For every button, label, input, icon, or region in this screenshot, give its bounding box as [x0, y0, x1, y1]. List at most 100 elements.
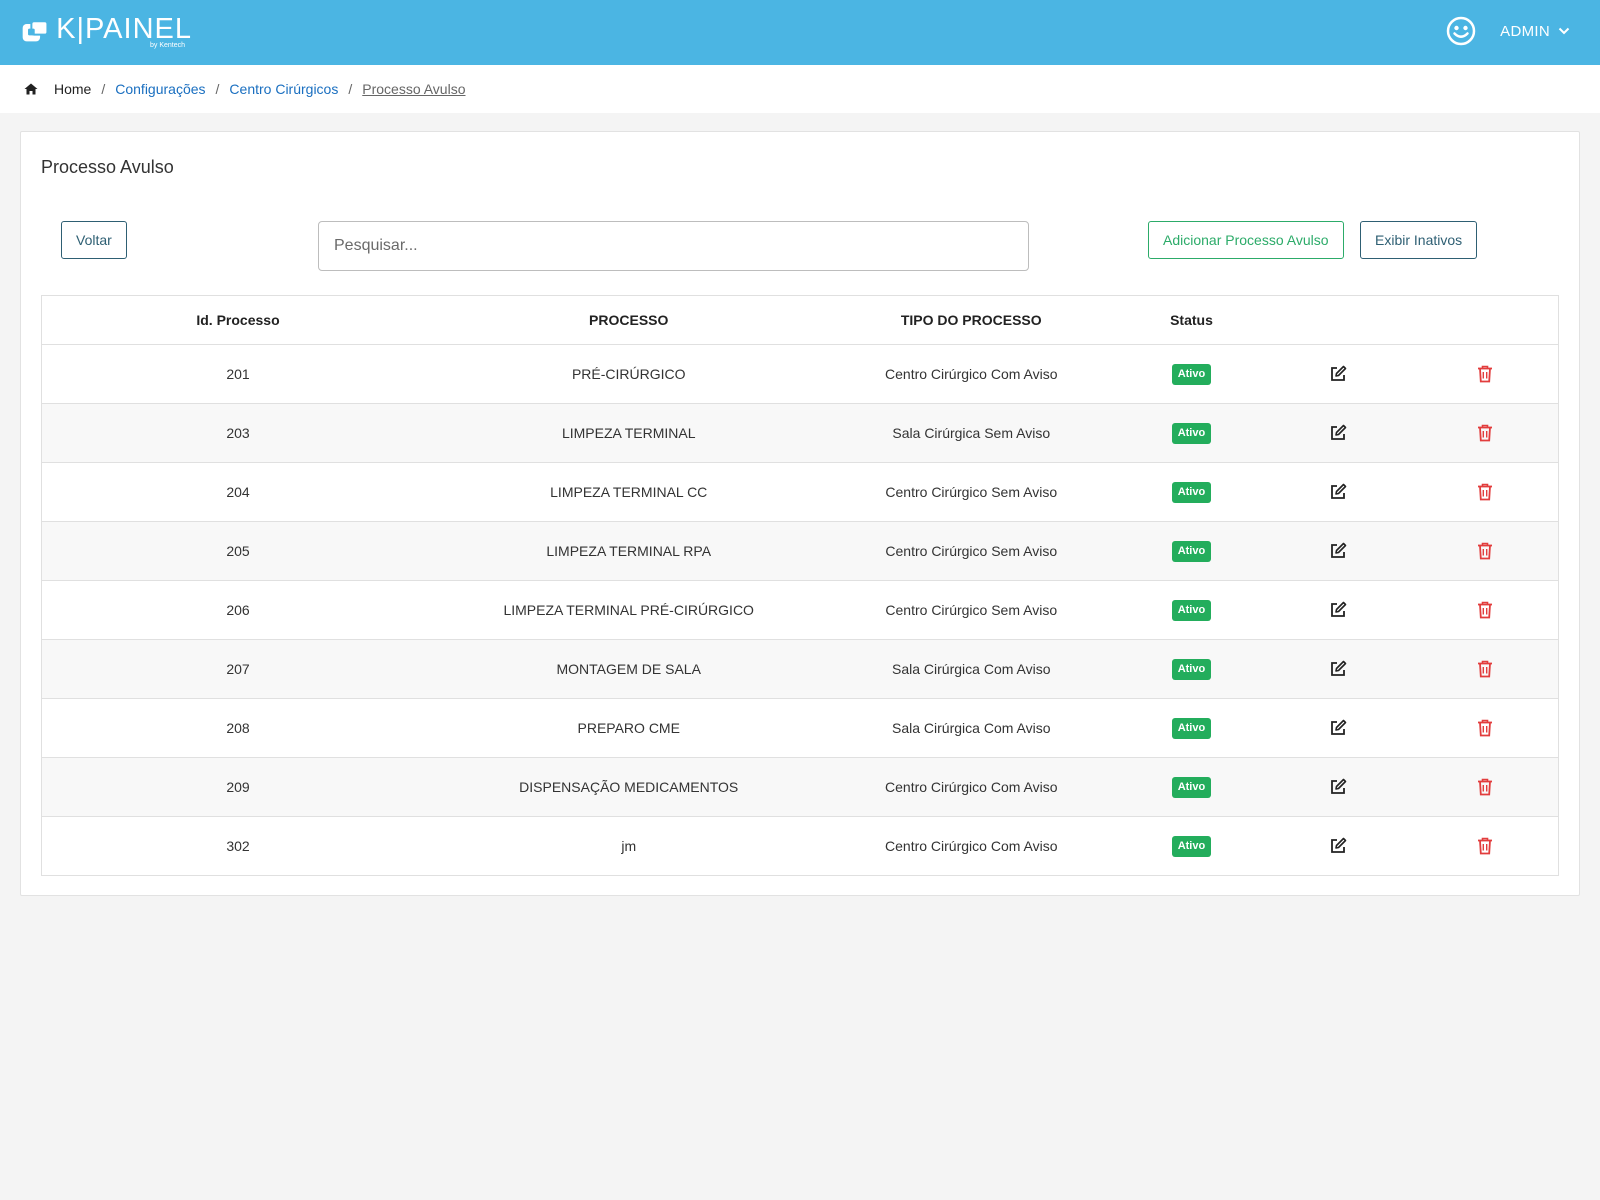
- status-badge: Ativo: [1171, 422, 1212, 444]
- cell-processo: MONTAGEM DE SALA: [434, 639, 824, 699]
- breadcrumb-separator: /: [348, 81, 353, 97]
- cell-id: 205: [41, 521, 434, 581]
- cell-id: 203: [41, 403, 434, 463]
- cell-tipo: Sala Cirúrgica Sem Aviso: [823, 403, 1120, 463]
- table-row[interactable]: 208 PREPARO CME Sala Cirúrgica Com Aviso…: [41, 698, 1559, 758]
- status-badge: Ativo: [1171, 481, 1212, 503]
- cell-status: Ativo: [1119, 757, 1264, 817]
- cell-edit: [1263, 344, 1413, 404]
- col-tipo[interactable]: TIPO DO PROCESSO: [823, 295, 1120, 345]
- cell-status: Ativo: [1119, 462, 1264, 522]
- breadcrumb-current[interactable]: Processo Avulso: [362, 81, 465, 97]
- edit-icon[interactable]: [1329, 424, 1347, 442]
- cell-processo: LIMPEZA TERMINAL RPA: [434, 521, 824, 581]
- edit-icon[interactable]: [1329, 483, 1347, 501]
- chevron-down-icon[interactable]: [1558, 27, 1570, 35]
- cell-edit: [1263, 816, 1413, 876]
- cell-status: Ativo: [1119, 521, 1264, 581]
- trash-icon[interactable]: [1476, 837, 1494, 855]
- table-row[interactable]: 209 DISPENSAÇÃO MEDICAMENTOS Centro Cirú…: [41, 757, 1559, 817]
- table-row[interactable]: 207 MONTAGEM DE SALA Sala Cirúrgica Com …: [41, 639, 1559, 699]
- cell-processo: LIMPEZA TERMINAL CC: [434, 462, 824, 522]
- cell-status: Ativo: [1119, 698, 1264, 758]
- cell-delete: [1412, 757, 1559, 817]
- table-body: 201 PRÉ-CIRÚRGICO Centro Cirúrgico Com A…: [41, 344, 1559, 876]
- table-header-row: Id. Processo PROCESSO TIPO DO PROCESSO S…: [41, 295, 1559, 345]
- col-status[interactable]: Status: [1119, 295, 1264, 345]
- cell-delete: [1412, 462, 1559, 522]
- logo-subtitle: by Kentech: [150, 42, 186, 49]
- cell-delete: [1412, 521, 1559, 581]
- process-table: Id. Processo PROCESSO TIPO DO PROCESSO S…: [41, 295, 1559, 876]
- table-row[interactable]: 302 jm Centro Cirúrgico Com Aviso Ativo: [41, 816, 1559, 876]
- table-row[interactable]: 204 LIMPEZA TERMINAL CC Centro Cirúrgico…: [41, 462, 1559, 522]
- smiley-icon[interactable]: [1446, 16, 1476, 46]
- edit-icon[interactable]: [1329, 837, 1347, 855]
- trash-icon[interactable]: [1476, 483, 1494, 501]
- table-row[interactable]: 201 PRÉ-CIRÚRGICO Centro Cirúrgico Com A…: [41, 344, 1559, 404]
- breadcrumb-centro-cirurgicos[interactable]: Centro Cirúrgicos: [229, 81, 338, 97]
- table-row[interactable]: 205 LIMPEZA TERMINAL RPA Centro Cirúrgic…: [41, 521, 1559, 581]
- trash-icon[interactable]: [1476, 601, 1494, 619]
- cell-status: Ativo: [1119, 344, 1264, 404]
- cell-status: Ativo: [1119, 816, 1264, 876]
- trash-icon[interactable]: [1476, 660, 1494, 678]
- edit-icon[interactable]: [1329, 601, 1347, 619]
- table-row[interactable]: 203 LIMPEZA TERMINAL Sala Cirúrgica Sem …: [41, 403, 1559, 463]
- main-card: Processo Avulso Voltar Adicionar Process…: [20, 131, 1580, 896]
- cell-id: 209: [41, 757, 434, 817]
- user-name[interactable]: ADMIN: [1500, 23, 1550, 40]
- edit-icon[interactable]: [1329, 778, 1347, 796]
- table-row[interactable]: 206 LIMPEZA TERMINAL PRÉ-CIRÚRGICO Centr…: [41, 580, 1559, 640]
- cell-edit: [1263, 698, 1413, 758]
- trash-icon[interactable]: [1476, 778, 1494, 796]
- cell-delete: [1412, 816, 1559, 876]
- logo-icon: [22, 20, 49, 42]
- cell-tipo: Sala Cirúrgica Com Aviso: [823, 639, 1120, 699]
- search-input[interactable]: [318, 221, 1029, 271]
- col-delete: [1412, 295, 1559, 345]
- edit-icon[interactable]: [1329, 365, 1347, 383]
- cell-status: Ativo: [1119, 403, 1264, 463]
- page-title: Processo Avulso: [41, 157, 174, 177]
- breadcrumb: Home / Configurações / Centro Cirúrgicos…: [0, 65, 1600, 113]
- cell-delete: [1412, 698, 1559, 758]
- cell-tipo: Centro Cirúrgico Sem Aviso: [823, 462, 1120, 522]
- status-badge: Ativo: [1171, 835, 1212, 857]
- edit-icon[interactable]: [1329, 719, 1347, 737]
- cell-edit: [1263, 639, 1413, 699]
- cell-processo: LIMPEZA TERMINAL PRÉ-CIRÚRGICO: [434, 580, 824, 640]
- cell-edit: [1263, 462, 1413, 522]
- col-processo[interactable]: PROCESSO: [434, 295, 824, 345]
- cell-processo: jm: [434, 816, 824, 876]
- cell-status: Ativo: [1119, 580, 1264, 640]
- trash-icon[interactable]: [1476, 542, 1494, 560]
- cell-tipo: Centro Cirúrgico Sem Aviso: [823, 521, 1120, 581]
- add-process-button[interactable]: Adicionar Processo Avulso: [1148, 221, 1344, 259]
- trash-icon[interactable]: [1476, 719, 1494, 737]
- logo[interactable]: K|PAINEL by Kentech: [22, 12, 192, 52]
- cell-id: 208: [41, 698, 434, 758]
- cell-tipo: Centro Cirúrgico Com Aviso: [823, 757, 1120, 817]
- status-badge: Ativo: [1171, 540, 1212, 562]
- cell-delete: [1412, 344, 1559, 404]
- cell-delete: [1412, 580, 1559, 640]
- cell-tipo: Centro Cirúrgico Com Aviso: [823, 816, 1120, 876]
- cell-edit: [1263, 757, 1413, 817]
- back-button[interactable]: Voltar: [61, 221, 127, 259]
- cell-id: 204: [41, 462, 434, 522]
- show-inactive-button[interactable]: Exibir Inativos: [1360, 221, 1478, 259]
- trash-icon[interactable]: [1476, 365, 1494, 383]
- status-badge: Ativo: [1171, 658, 1212, 680]
- cell-processo: PREPARO CME: [434, 698, 824, 758]
- cell-id: 206: [41, 580, 434, 640]
- user-menu[interactable]: ADMIN: [1446, 16, 1570, 46]
- edit-icon[interactable]: [1329, 542, 1347, 560]
- col-id[interactable]: Id. Processo: [41, 295, 434, 345]
- breadcrumb-configuracoes[interactable]: Configurações: [115, 81, 205, 97]
- home-icon[interactable]: [24, 83, 38, 95]
- trash-icon[interactable]: [1476, 424, 1494, 442]
- edit-icon[interactable]: [1329, 660, 1347, 678]
- breadcrumb-home[interactable]: Home: [54, 81, 91, 97]
- cell-delete: [1412, 639, 1559, 699]
